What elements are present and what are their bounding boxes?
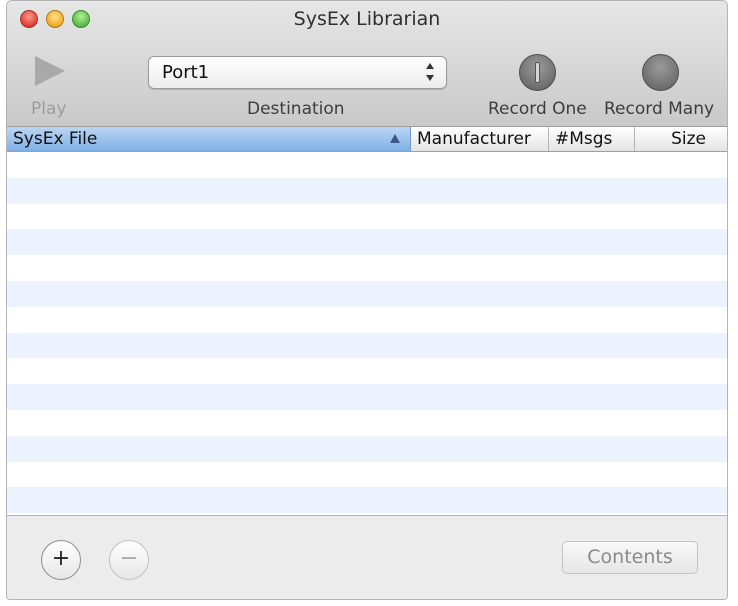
table-row: [7, 280, 727, 307]
column-header-sysex-file[interactable]: SysEx File: [7, 127, 411, 151]
footer-bar: + − Contents: [7, 515, 727, 599]
table-row: [7, 307, 727, 333]
column-header-label: Manufacturer: [417, 129, 531, 149]
column-header-label: Size: [671, 129, 706, 149]
destination-label: Destination: [247, 99, 345, 119]
record-many-label: Record Many: [604, 99, 715, 119]
table-row: [7, 332, 727, 359]
table-row: [7, 358, 727, 384]
record-one-icon: [535, 62, 540, 83]
table-row: [7, 410, 727, 436]
record-one-label: Record One: [488, 99, 587, 119]
app-window: SysEx Librarian Play Port1 Destination R…: [6, 0, 728, 600]
remove-button[interactable]: −: [109, 540, 149, 580]
toolbar: SysEx Librarian Play Port1 Destination R…: [7, 1, 727, 127]
play-label: Play: [31, 99, 67, 119]
table-row: [7, 177, 727, 204]
sort-ascending-icon: [390, 134, 400, 143]
contents-button[interactable]: Contents: [562, 541, 698, 574]
minus-icon: −: [119, 546, 139, 571]
play-icon[interactable]: [35, 56, 65, 86]
sysex-file-list[interactable]: [7, 152, 727, 515]
record-many-button[interactable]: [642, 54, 679, 91]
column-header-manufacturer[interactable]: Manufacturer: [411, 127, 549, 151]
table-row: [7, 204, 727, 230]
table-row: [7, 255, 727, 281]
table-row: [7, 229, 727, 256]
updown-arrows-icon: [426, 63, 436, 83]
column-header-msgs[interactable]: #Msgs: [549, 127, 635, 151]
plus-icon: +: [51, 546, 71, 571]
column-header-label: #Msgs: [555, 129, 613, 149]
add-button[interactable]: +: [41, 540, 81, 580]
record-one-button[interactable]: [519, 54, 556, 91]
destination-select[interactable]: Port1: [148, 56, 447, 89]
table-row: [7, 462, 727, 488]
table-row: [7, 384, 727, 410]
window-title: SysEx Librarian: [293, 8, 441, 30]
table-row: [7, 435, 727, 462]
column-header-size[interactable]: Size: [635, 127, 727, 151]
destination-value: Port1: [162, 62, 210, 83]
table-header: SysEx File Manufacturer #Msgs Size: [7, 127, 727, 152]
table-row: [7, 152, 727, 178]
table-row: [7, 487, 727, 514]
column-header-label: SysEx File: [13, 129, 98, 149]
